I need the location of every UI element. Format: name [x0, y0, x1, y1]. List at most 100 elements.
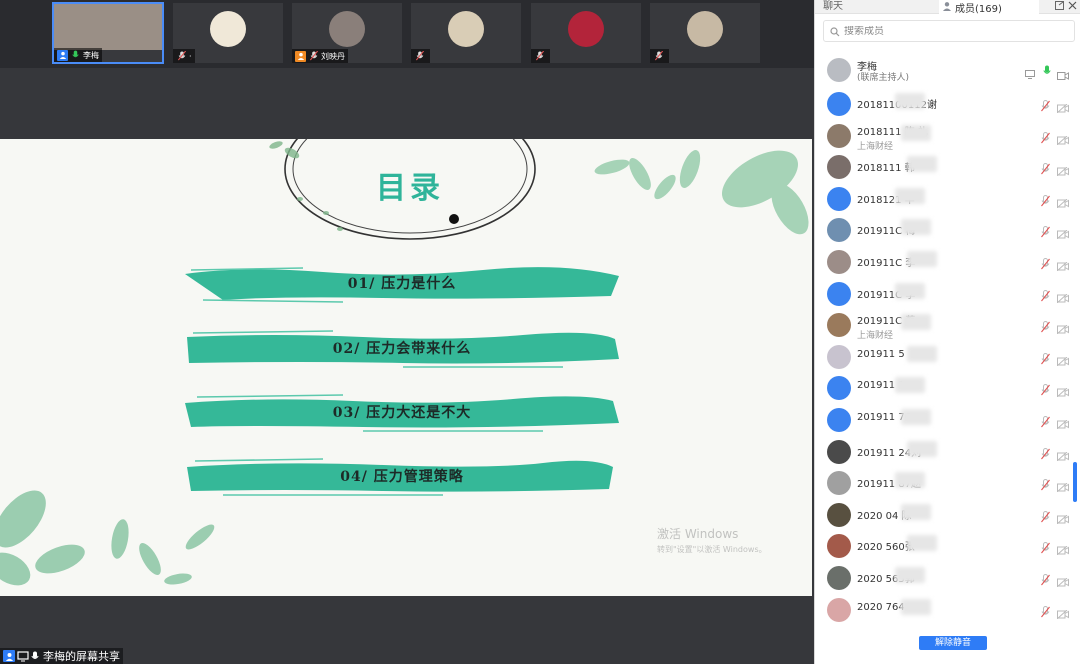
member-row[interactable]: 2020 565郭: [815, 562, 1080, 594]
video-tile[interactable]: [649, 2, 761, 64]
member-row[interactable]: 2018111 陈 礼上海财经: [815, 120, 1080, 152]
mic-off-icon[interactable]: [1041, 97, 1050, 116]
screen-share-bar[interactable]: 李梅的屏幕共享: [0, 648, 123, 664]
camera-off-icon[interactable]: [1056, 161, 1069, 180]
tile-name: 刘映丹: [321, 51, 345, 61]
mic-on-icon[interactable]: [1043, 62, 1051, 81]
tab-members[interactable]: 成员(169): [939, 0, 1039, 15]
camera-off-icon[interactable]: [1056, 540, 1069, 559]
privacy-blur: [907, 345, 937, 362]
camera-off-icon[interactable]: [1056, 351, 1069, 370]
privacy-blur: [901, 598, 931, 615]
screen-share-icon: [17, 650, 29, 662]
camera-off-icon[interactable]: [1056, 130, 1069, 149]
camera-off-icon[interactable]: [1056, 224, 1069, 243]
mic-off-icon[interactable]: [1041, 508, 1050, 527]
avatar: [827, 281, 851, 306]
window-controls: [1055, 0, 1077, 14]
member-row[interactable]: 2020 04 陈: [815, 499, 1080, 531]
toc-item-label: 02/ 压力会带来什么: [332, 341, 472, 357]
mic-off-icon[interactable]: [1041, 476, 1050, 495]
toc-item-4: 04/ 压力管理策略: [183, 457, 621, 497]
mic-off-icon[interactable]: [1041, 192, 1050, 211]
privacy-blur: [895, 472, 925, 489]
video-tile[interactable]: [410, 2, 522, 64]
host-row[interactable]: 李梅 (联席主持人): [815, 56, 1080, 84]
member-row[interactable]: 201911C 李: [815, 246, 1080, 278]
mic-off-icon: [534, 51, 545, 62]
camera-off-icon[interactable]: [1056, 193, 1069, 212]
video-tile[interactable]: [530, 2, 642, 64]
mic-off-icon[interactable]: [1041, 571, 1050, 590]
member-row[interactable]: 201911 87赵: [815, 467, 1080, 499]
member-row[interactable]: 201911C 梅: [815, 214, 1080, 246]
avatar: [448, 11, 484, 47]
scrollbar[interactable]: [1073, 462, 1077, 502]
privacy-blur: [907, 250, 937, 267]
member-row[interactable]: 2018121 毕: [815, 183, 1080, 215]
mic-off-icon[interactable]: [1041, 223, 1050, 242]
video-tile[interactable]: 李梅: [52, 2, 164, 64]
avatar: [687, 11, 723, 47]
mic-off-icon[interactable]: [1041, 381, 1050, 400]
member-row[interactable]: 201911C 李: [815, 278, 1080, 310]
watermark-line-2: 转到"设置"以激活 Windows。: [657, 545, 767, 554]
mic-off-icon[interactable]: [1041, 318, 1050, 337]
tile-info-bar: 刘映丹: [292, 49, 348, 63]
camera-off-icon[interactable]: [1056, 509, 1069, 528]
mic-off-icon[interactable]: [1041, 413, 1050, 432]
camera-off-icon[interactable]: [1056, 604, 1069, 623]
mic-off-icon[interactable]: [1041, 255, 1050, 274]
close-icon[interactable]: [1068, 1, 1077, 13]
camera-off-icon[interactable]: [1056, 572, 1069, 591]
avatar: [54, 4, 162, 50]
member-row[interactable]: 201911C 蔡上海财经: [815, 309, 1080, 341]
mic-off-icon[interactable]: [1041, 129, 1050, 148]
camera-icon[interactable]: [1057, 65, 1069, 84]
search-input[interactable]: [844, 25, 1044, 37]
mic-on-icon: [70, 50, 81, 61]
member-search[interactable]: [823, 20, 1075, 42]
user-icon: [295, 50, 306, 62]
camera-off-icon[interactable]: [1056, 319, 1069, 338]
member-row[interactable]: 201911 76: [815, 404, 1080, 436]
tab-chat[interactable]: 聊天: [823, 0, 843, 12]
tile-info-bar: 李梅: [54, 48, 102, 62]
mic-off-icon[interactable]: [1041, 350, 1050, 369]
camera-off-icon[interactable]: [1056, 256, 1069, 275]
video-tile[interactable]: ·: [172, 2, 284, 64]
mic-off-icon: [653, 51, 664, 62]
avatar: [827, 407, 851, 432]
privacy-blur: [895, 93, 925, 109]
toc-item-label: 03/ 压力大还是不大: [332, 405, 472, 421]
mic-off-icon[interactable]: [1041, 287, 1050, 306]
avatar: [827, 249, 851, 274]
toc-item-3: 03/ 压力大还是不大: [183, 393, 621, 433]
panel-tabs: 聊天 成员(169): [815, 0, 1080, 15]
member-row[interactable]: 201911 24刘: [815, 436, 1080, 468]
avatar: [827, 92, 851, 116]
member-row[interactable]: 20181100112谢: [815, 88, 1080, 120]
avatar: [827, 155, 851, 180]
member-row[interactable]: 201911 1: [815, 372, 1080, 404]
tile-name: ·: [189, 51, 192, 61]
camera-off-icon[interactable]: [1056, 382, 1069, 401]
mic-off-icon[interactable]: [1041, 603, 1050, 622]
member-row[interactable]: 2020 560张: [815, 530, 1080, 562]
video-tile[interactable]: 刘映丹: [291, 2, 403, 64]
member-row[interactable]: 201911 5: [815, 341, 1080, 373]
avatar: [827, 344, 851, 369]
camera-off-icon[interactable]: [1056, 414, 1069, 433]
mic-off-icon[interactable]: [1041, 445, 1050, 464]
mic-off-icon[interactable]: [1041, 539, 1050, 558]
member-row[interactable]: 2020 764: [815, 594, 1080, 626]
unmute-all-button[interactable]: 解除静音: [919, 636, 987, 650]
camera-off-icon[interactable]: [1056, 477, 1069, 496]
member-row[interactable]: 2018111 韩: [815, 151, 1080, 183]
meeting-window: 李梅 · 刘映丹 目录 01/ 压力是什么 02/ 压力会带来什么 03/ 压力…: [0, 0, 1080, 664]
popout-icon[interactable]: [1055, 1, 1064, 13]
camera-off-icon[interactable]: [1056, 288, 1069, 307]
camera-off-icon[interactable]: [1056, 98, 1069, 117]
camera-off-icon[interactable]: [1056, 446, 1069, 465]
mic-off-icon[interactable]: [1041, 160, 1050, 179]
